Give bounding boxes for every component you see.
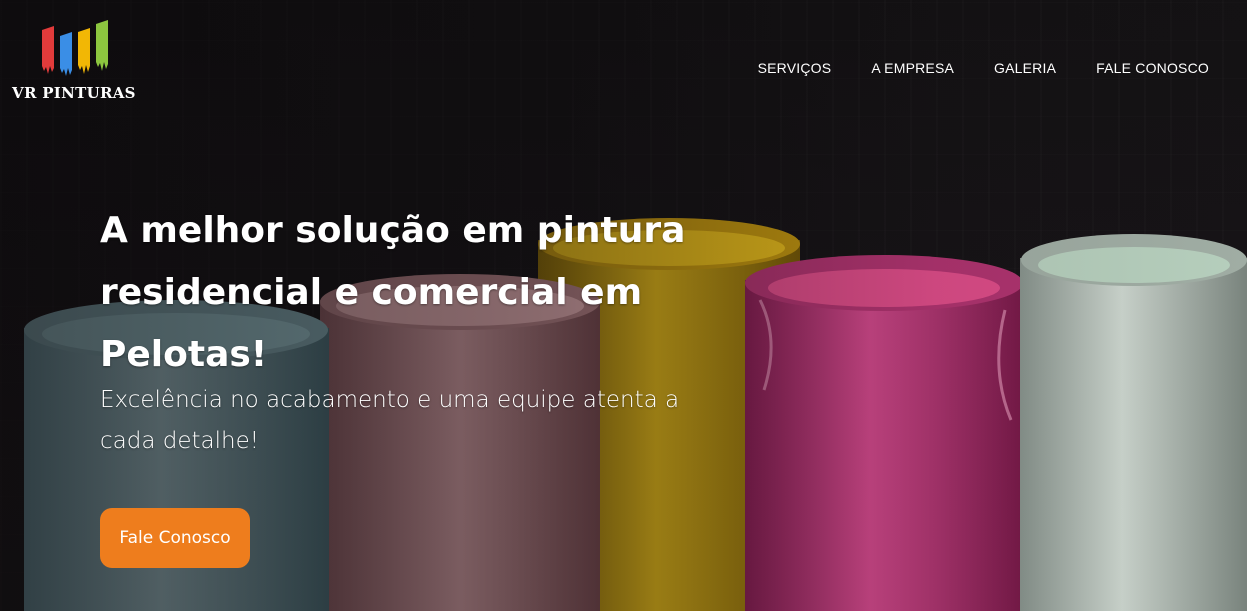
nav-item-galeria[interactable]: GALERIA: [994, 60, 1056, 76]
fale-conosco-button[interactable]: Fale Conosco: [100, 508, 250, 568]
nav-item-servicos[interactable]: SERVIÇOS: [758, 60, 832, 76]
nav-item-a-empresa[interactable]: A EMPRESA: [871, 60, 954, 76]
logo[interactable]: VR PINTURAS: [12, 20, 144, 106]
brand-name: VR PINTURAS: [12, 84, 136, 102]
site-header: VR PINTURAS SERVIÇOS A EMPRESA GALERIA F…: [0, 0, 1247, 120]
hero-title: A melhor solução em pintura residencial …: [100, 210, 686, 375]
main-nav: SERVIÇOS A EMPRESA GALERIA FALE CONOSCO: [758, 60, 1209, 76]
hero-copy: A melhor solução em pintura residencial …: [100, 200, 740, 462]
hero-subtitle: Excelência no acabamento e uma equipe at…: [100, 387, 680, 454]
paint-drips-logo-icon: [42, 20, 108, 76]
nav-item-fale-conosco[interactable]: FALE CONOSCO: [1096, 60, 1209, 76]
